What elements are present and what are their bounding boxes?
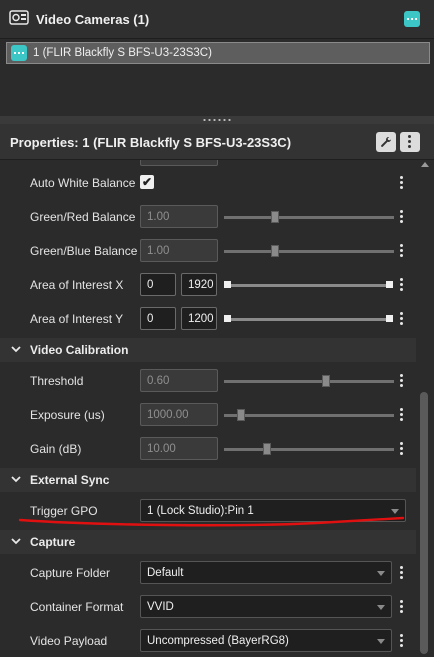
row-menu-icon[interactable] xyxy=(400,408,403,422)
row-container-format: Container Format VVID xyxy=(0,590,416,624)
green-blue-balance-slider[interactable] xyxy=(224,250,394,253)
chevron-down-icon xyxy=(11,538,21,545)
dropdown-arrow-icon xyxy=(377,639,385,644)
green-red-balance-label: Green/Red Balance xyxy=(30,210,136,224)
row-menu-icon[interactable] xyxy=(400,210,403,224)
row-menu-icon[interactable] xyxy=(400,634,403,648)
aoi-y-max-input[interactable]: 1200 xyxy=(181,307,217,330)
container-format-value: VVID xyxy=(147,601,174,613)
section-title: Video Calibration xyxy=(30,343,129,357)
row-threshold: Threshold 0.60 xyxy=(0,364,416,398)
capture-folder-dropdown[interactable]: Default xyxy=(140,561,392,584)
video-payload-value: Uncompressed (BayerRG8) xyxy=(147,635,289,647)
auto-white-balance-checkbox[interactable]: ✔ xyxy=(140,175,154,189)
gain-input[interactable]: 10.00 xyxy=(140,437,218,460)
green-blue-balance-label: Green/Blue Balance xyxy=(30,244,138,258)
row-exposure: Exposure (us) 1000.00 xyxy=(0,398,416,432)
gain-label: Gain (dB) xyxy=(30,442,82,456)
properties-header: Properties: 1 (FLIR Blackfly S BFS-U3-23… xyxy=(0,124,434,160)
row-menu-icon[interactable] xyxy=(400,278,403,292)
section-title: Capture xyxy=(30,535,76,549)
aoi-x-max-input[interactable]: 1920 xyxy=(181,273,217,296)
exposure-input[interactable]: 1000.00 xyxy=(140,403,218,426)
cameras-menu-button[interactable] xyxy=(404,11,420,27)
range-thumb-max[interactable] xyxy=(386,281,393,288)
gain-slider[interactable] xyxy=(224,448,394,451)
range-thumb-min[interactable] xyxy=(224,281,231,288)
row-gain: Gain (dB) 10.00 xyxy=(0,432,416,466)
camera-menu-icon[interactable] xyxy=(11,45,27,61)
aoi-y-range-slider[interactable] xyxy=(226,318,392,321)
row-auto-white-balance: Auto White Balance ✔ xyxy=(0,166,416,200)
container-format-label: Container Format xyxy=(30,600,124,614)
exposure-label: Exposure (us) xyxy=(30,408,105,422)
row-menu-icon[interactable] xyxy=(400,566,403,580)
capture-folder-label: Capture Folder xyxy=(30,566,111,580)
properties-content: Auto White Balance ✔ Green/Red Balance 1… xyxy=(0,160,416,657)
threshold-slider[interactable] xyxy=(224,380,394,383)
section-video-calibration[interactable]: Video Calibration xyxy=(0,338,416,362)
section-title: External Sync xyxy=(30,473,110,487)
section-external-sync[interactable]: External Sync xyxy=(0,468,416,492)
aoi-x-range-slider[interactable] xyxy=(226,284,392,287)
threshold-input[interactable]: 0.60 xyxy=(140,369,218,392)
panel-splitter[interactable] xyxy=(0,116,434,124)
dropdown-arrow-icon xyxy=(391,509,399,514)
chevron-down-icon xyxy=(11,476,21,483)
slider-thumb[interactable] xyxy=(271,245,279,257)
aoi-x-min-input[interactable]: 0 xyxy=(140,273,176,296)
slider-thumb[interactable] xyxy=(322,375,330,387)
threshold-label: Threshold xyxy=(30,374,84,388)
row-menu-icon[interactable] xyxy=(400,244,403,258)
dropdown-arrow-icon xyxy=(377,605,385,610)
row-aoi-x: Area of Interest X 0 1920 xyxy=(0,268,416,302)
container-format-dropdown[interactable]: VVID xyxy=(140,595,392,618)
camera-item-label: 1 (FLIR Blackfly S BFS-U3-23S3C) xyxy=(33,47,212,59)
aoi-x-label: Area of Interest X xyxy=(30,278,124,292)
row-green-blue-balance: Green/Blue Balance 1.00 xyxy=(0,234,416,268)
slider-thumb[interactable] xyxy=(237,409,245,421)
aoi-y-label: Area of Interest Y xyxy=(30,312,124,326)
camera-icon xyxy=(9,10,29,25)
row-video-payload: Video Payload Uncompressed (BayerRG8) xyxy=(0,624,416,657)
video-cameras-header: Video Cameras (1) xyxy=(0,0,434,38)
red-underline-annotation xyxy=(18,516,405,527)
wrench-icon xyxy=(381,137,391,147)
capture-folder-value: Default xyxy=(147,567,184,579)
row-menu-icon[interactable] xyxy=(400,374,403,388)
video-payload-label: Video Payload xyxy=(30,634,108,648)
dropdown-arrow-icon xyxy=(377,571,385,576)
row-menu-icon[interactable] xyxy=(400,600,403,614)
video-payload-dropdown[interactable]: Uncompressed (BayerRG8) xyxy=(140,629,392,652)
row-menu-icon[interactable] xyxy=(400,442,403,456)
scroll-thumb[interactable] xyxy=(420,392,428,654)
panel-title: Video Cameras (1) xyxy=(36,12,150,27)
row-green-red-balance: Green/Red Balance 1.00 xyxy=(0,200,416,234)
properties-title: Properties: 1 (FLIR Blackfly S BFS-U3-23… xyxy=(10,135,292,150)
green-red-balance-slider[interactable] xyxy=(224,216,394,219)
aoi-y-min-input[interactable]: 0 xyxy=(140,307,176,330)
chevron-down-icon xyxy=(11,346,21,353)
section-capture[interactable]: Capture xyxy=(0,530,416,554)
row-capture-folder: Capture Folder Default xyxy=(0,556,416,590)
range-thumb-max[interactable] xyxy=(386,315,393,322)
exposure-slider[interactable] xyxy=(224,414,394,417)
wrench-button[interactable] xyxy=(376,132,396,152)
slider-thumb[interactable] xyxy=(262,443,271,455)
row-aoi-y: Area of Interest Y 0 1200 xyxy=(0,302,416,336)
range-thumb-min[interactable] xyxy=(224,315,231,322)
slider-thumb[interactable] xyxy=(271,211,279,223)
properties-menu-button[interactable] xyxy=(400,132,420,152)
kebab-icon xyxy=(408,135,411,149)
auto-white-balance-label: Auto White Balance xyxy=(30,176,136,190)
splitter-grip-icon xyxy=(202,119,232,121)
camera-list: 1 (FLIR Blackfly S BFS-U3-23S3C) xyxy=(0,38,434,116)
scroll-up-arrow-icon[interactable] xyxy=(421,162,429,167)
properties-scrollbar[interactable] xyxy=(417,160,433,657)
row-menu-icon[interactable] xyxy=(400,176,403,190)
green-red-balance-input[interactable]: 1.00 xyxy=(140,205,218,228)
row-menu-icon[interactable] xyxy=(400,312,403,326)
green-blue-balance-input[interactable]: 1.00 xyxy=(140,239,218,262)
camera-list-item[interactable]: 1 (FLIR Blackfly S BFS-U3-23S3C) xyxy=(6,42,430,64)
